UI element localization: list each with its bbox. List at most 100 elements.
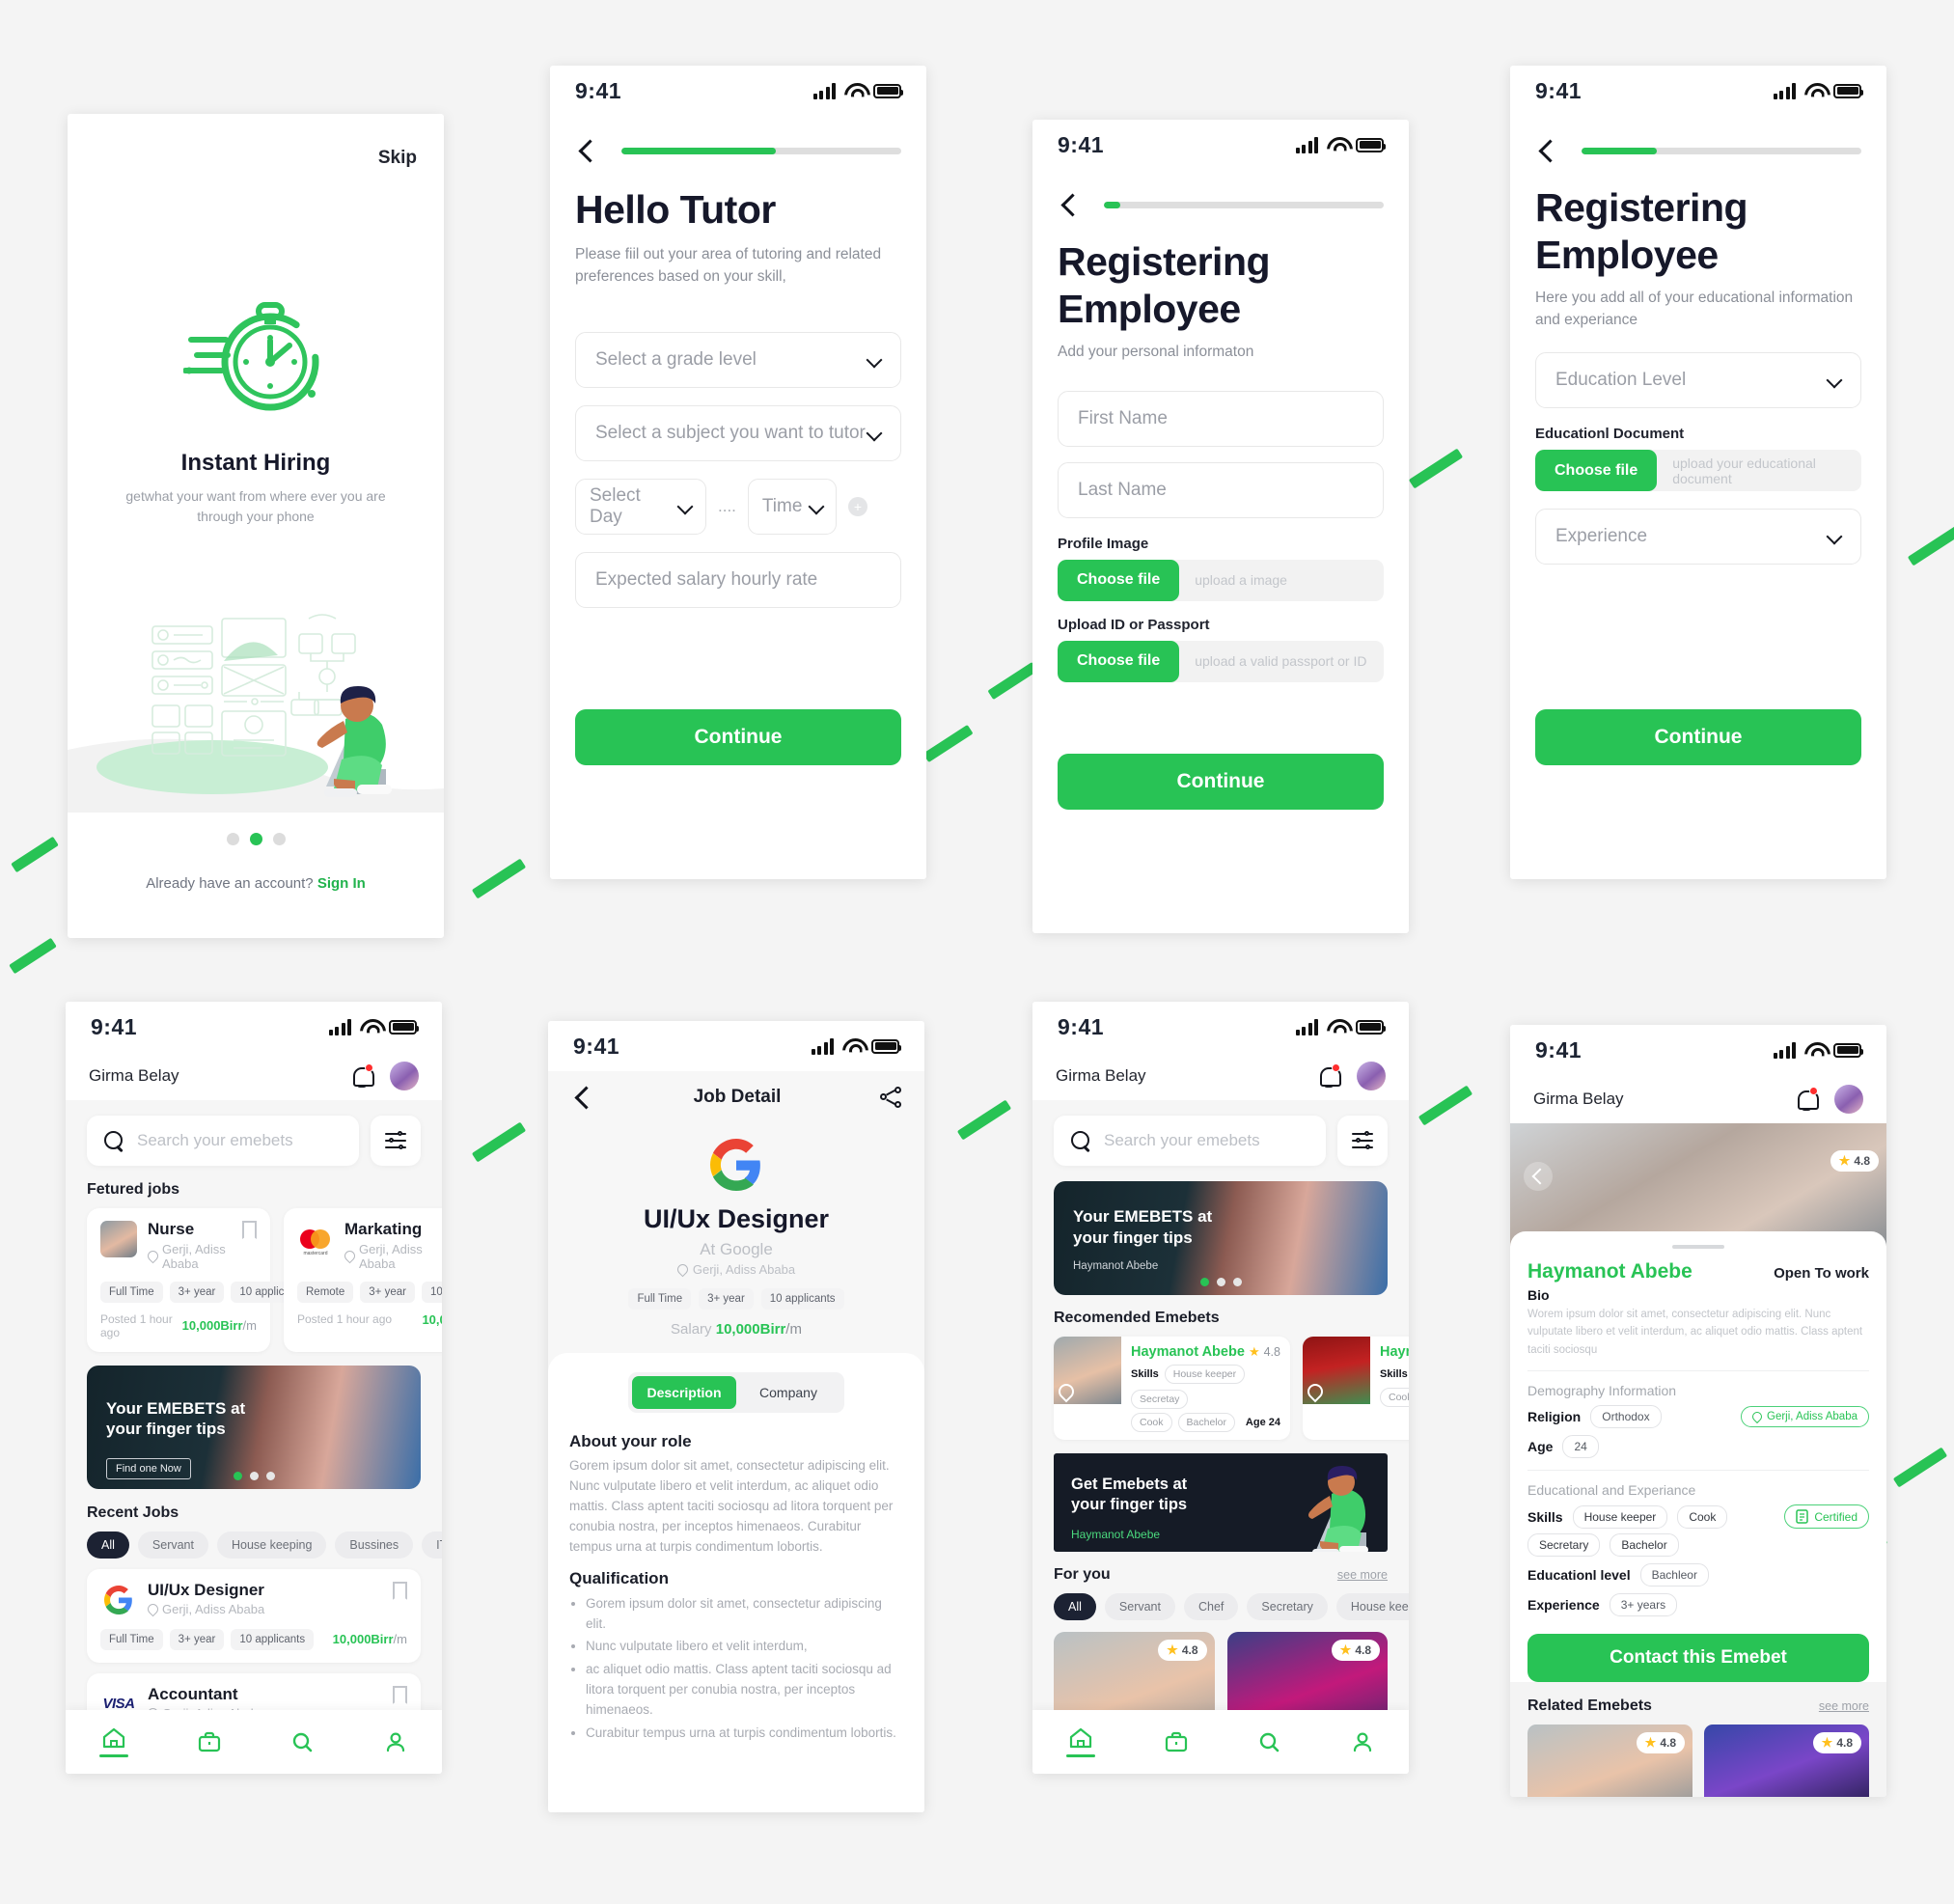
drag-handle[interactable] [1672, 1245, 1724, 1249]
dark-promo-banner[interactable]: Get Emebets at your finger tips Haymanot… [1054, 1453, 1388, 1552]
nav-home[interactable] [99, 1726, 129, 1757]
salary-amount: 10,000Birr [181, 1318, 243, 1334]
subject-select[interactable]: Select a subject you want to tutor [575, 404, 901, 461]
job-chip: 3+ year [169, 1628, 225, 1650]
related-card[interactable]: ★ 4.8 [1704, 1725, 1869, 1797]
banner-person-name: Haymanot Abebe [1073, 1260, 1159, 1272]
choose-file-button[interactable]: Choose file [1535, 450, 1658, 492]
avatar[interactable] [1834, 1085, 1863, 1114]
search-input[interactable]: Search your emebets [87, 1116, 359, 1166]
avatar[interactable] [390, 1062, 419, 1090]
time-select[interactable]: Time [747, 478, 837, 535]
recent-job-row[interactable]: UI/Ux Designer Gerji, Adiss Ababa Full T… [87, 1568, 421, 1663]
job-title: Nurse [148, 1220, 195, 1238]
bottom-navigation[interactable] [66, 1710, 442, 1774]
banner-line1: Your EMEBETS at [1073, 1207, 1213, 1226]
continue-button[interactable]: Continue [1058, 754, 1384, 810]
qualification-item: Curabitur tempus urna at turpis condimen… [586, 1724, 903, 1744]
add-schedule-button[interactable]: + [847, 496, 867, 516]
back-button[interactable] [571, 1086, 594, 1109]
job-chip: 3+ year [169, 1281, 225, 1303]
filter-tag-secretary[interactable]: Secretary [1247, 1593, 1328, 1620]
tab-company[interactable]: Company [736, 1376, 840, 1409]
status-time: 9:41 [1058, 131, 1105, 157]
status-bar: 9:41 [1032, 120, 1409, 170]
star-icon: ★ [1838, 1153, 1851, 1168]
skills-label: Skills [1527, 1508, 1563, 1525]
nav-profile[interactable] [1350, 1730, 1375, 1753]
promo-banner[interactable]: Your EMEBETS at your finger tips Find on… [87, 1365, 421, 1489]
choose-file-button[interactable]: Choose file [1058, 640, 1180, 682]
search-input[interactable]: Search your emebets [1054, 1116, 1326, 1166]
filter-tag-chef[interactable]: Chef [1184, 1593, 1239, 1620]
rating-badge: ★ 4.8 [1331, 1640, 1380, 1661]
grade-level-select[interactable]: Select a grade level [575, 331, 901, 388]
last-name-field[interactable]: Last Name [1058, 461, 1384, 518]
promo-banner[interactable]: Your EMEBETS at your finger tips Haymano… [1054, 1181, 1388, 1295]
hourly-rate-input[interactable]: Expected salary hourly rate [575, 551, 901, 608]
filter-tag-housekeeping[interactable]: House keeping [217, 1531, 327, 1559]
filter-tag-all[interactable]: All [87, 1531, 129, 1559]
back-button[interactable] [1535, 139, 1558, 162]
bookmark-icon[interactable] [393, 1685, 407, 1704]
avatar[interactable] [1357, 1062, 1386, 1090]
about-text: Gorem ipsum dolor sit amet, consectetur … [569, 1458, 894, 1554]
related-card[interactable]: ★ 4.8 [1527, 1725, 1693, 1797]
page-title-line1: Registering [1535, 185, 1748, 230]
bookmark-icon[interactable] [242, 1221, 257, 1239]
last-name-placeholder: Last Name [1078, 479, 1167, 500]
location-text: Gerji, Adiss Ababa [1767, 1411, 1858, 1423]
signin-link[interactable]: Sign In [317, 875, 366, 892]
back-button[interactable] [575, 139, 598, 162]
nav-home[interactable] [1066, 1726, 1096, 1757]
day-select[interactable]: Select Day [575, 478, 706, 535]
featured-job-card[interactable]: Nurse Gerji, Adiss Ababa Full Time 3+ ye… [87, 1208, 315, 1352]
back-button[interactable] [1058, 193, 1081, 216]
continue-button[interactable]: Continue [575, 709, 901, 765]
nav-search[interactable] [289, 1730, 315, 1753]
see-more-link[interactable]: see more [1819, 1699, 1869, 1713]
education-document-upload[interactable]: Choose file upload your educational docu… [1535, 450, 1861, 492]
emebet-card[interactable]: Haymanot Abebe ★ 4.8 Skills House keeper… [1054, 1337, 1290, 1440]
featured-job-card[interactable]: mastercard Markating Gerji, Adiss Ababa … [284, 1208, 442, 1352]
first-name-field[interactable]: First Name [1058, 390, 1384, 447]
filter-tag-servant[interactable]: Servant [137, 1531, 208, 1559]
notification-bell-icon[interactable] [351, 1063, 374, 1088]
nav-jobs[interactable] [197, 1730, 222, 1753]
banner-dots[interactable] [87, 1471, 421, 1480]
hourly-rate-placeholder: Expected salary hourly rate [595, 568, 818, 590]
filter-button[interactable] [1337, 1116, 1388, 1166]
banner-dots[interactable] [1054, 1278, 1388, 1286]
emebet-card[interactable]: Haym Skills H Cook [1303, 1337, 1409, 1440]
choose-file-button[interactable]: Choose file [1058, 559, 1180, 601]
nav-search[interactable] [1256, 1730, 1281, 1753]
filter-tag-it[interactable]: IT [422, 1531, 442, 1559]
filter-tag-servant[interactable]: Servant [1104, 1593, 1175, 1620]
notification-bell-icon[interactable] [1796, 1087, 1819, 1111]
pagination-dots[interactable] [68, 833, 444, 845]
continue-button[interactable]: Continue [1535, 709, 1861, 765]
notification-bell-icon[interactable] [1318, 1063, 1341, 1088]
filter-tag-bussines[interactable]: Bussines [335, 1531, 414, 1559]
back-button[interactable] [1524, 1162, 1553, 1191]
contact-button[interactable]: Contact this Emebet [1527, 1634, 1869, 1683]
filter-button[interactable] [371, 1116, 421, 1166]
status-time: 9:41 [575, 77, 622, 103]
signin-row[interactable]: Already have an account? Sign In [68, 875, 444, 892]
nav-jobs[interactable] [1164, 1730, 1189, 1753]
nav-profile[interactable] [383, 1730, 408, 1753]
see-more-link[interactable]: see more [1337, 1568, 1388, 1582]
bottom-navigation[interactable] [1032, 1710, 1409, 1774]
passport-upload[interactable]: Choose file upload a valid passport or I… [1058, 640, 1384, 682]
skip-button[interactable]: Skip [378, 148, 417, 169]
detail-tabs[interactable]: Description Company [628, 1372, 844, 1413]
education-level-select[interactable]: Education Level [1535, 352, 1861, 409]
filter-tag-housekeeper[interactable]: House keeper [1335, 1593, 1409, 1620]
experience-select[interactable]: Experience [1535, 509, 1861, 566]
status-bar: 9:41 [1032, 1002, 1409, 1052]
share-icon[interactable] [880, 1087, 901, 1108]
bookmark-icon[interactable] [393, 1581, 407, 1600]
tab-description[interactable]: Description [632, 1376, 736, 1409]
profile-image-upload[interactable]: Choose file upload a image [1058, 559, 1384, 601]
filter-tag-all[interactable]: All [1054, 1593, 1096, 1620]
